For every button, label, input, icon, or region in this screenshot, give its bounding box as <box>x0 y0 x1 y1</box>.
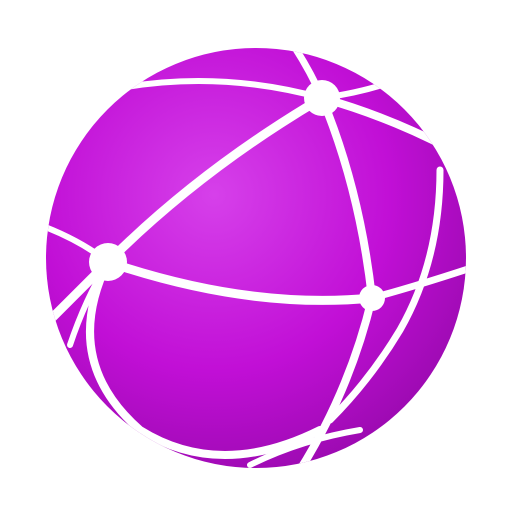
network-node-right <box>359 285 385 311</box>
network-globe-icon <box>46 48 466 468</box>
icon-canvas <box>0 0 512 512</box>
network-node-left <box>89 243 127 281</box>
network-node-top <box>304 80 340 116</box>
